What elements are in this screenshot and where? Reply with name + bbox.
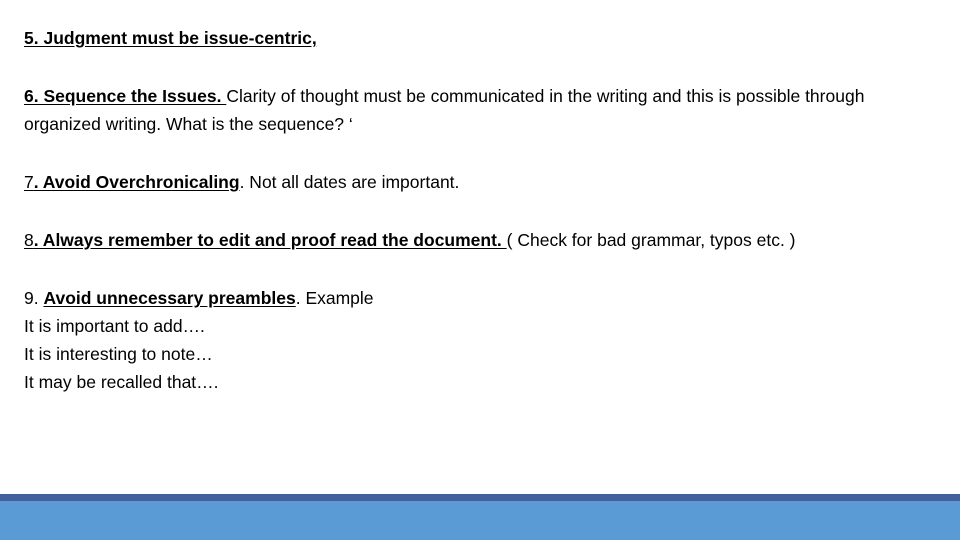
example-line-1: It is important to add…. <box>24 316 205 336</box>
list-item-9: 9. Avoid unnecessary preambles. Example … <box>24 284 924 396</box>
item-7-heading: . Avoid Overchronicaling <box>33 172 240 192</box>
slide-body: 5. Judgment must be issue-centric, 6. Se… <box>24 24 924 424</box>
item-9-number: 9. <box>24 288 44 308</box>
footer-accent-bar-light <box>0 501 960 540</box>
item-9-heading: Avoid unnecessary preambles <box>43 288 296 308</box>
item-5-heading: 5. Judgment must be issue-centric, <box>24 28 317 48</box>
list-item-5: 5. Judgment must be issue-centric, <box>24 24 924 52</box>
list-item-6: 6. Sequence the Issues. Clarity of thoug… <box>24 82 924 138</box>
example-line-2: It is interesting to note… <box>24 344 213 364</box>
item-8-number: 8 <box>24 230 34 250</box>
item-8-heading: . Always remember to edit and proof read… <box>33 230 507 250</box>
item-7-number: 7 <box>24 172 34 192</box>
list-item-8: 8. Always remember to edit and proof rea… <box>24 226 924 254</box>
item-7-body: . Not all dates are important. <box>239 172 460 192</box>
footer-accent-bar-dark <box>0 494 960 501</box>
list-item-7: 7. Avoid Overchronicaling. Not all dates… <box>24 168 924 196</box>
item-6-heading: 6. Sequence the Issues. <box>24 86 227 106</box>
item-8-body: ( Check for bad grammar, typos etc. ) <box>506 230 796 250</box>
slide-canvas: 5. Judgment must be issue-centric, 6. Se… <box>0 0 960 540</box>
example-line-3: It may be recalled that…. <box>24 372 219 392</box>
item-9-body: . Example <box>295 288 374 308</box>
